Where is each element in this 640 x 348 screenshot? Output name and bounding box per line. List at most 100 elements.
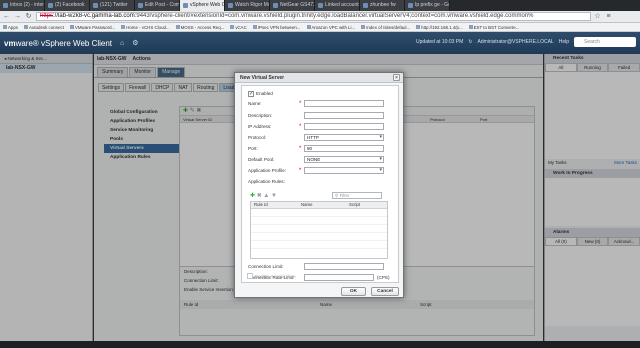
rules-table-header: Rule Id Name Script [251, 202, 387, 209]
delete-icon[interactable]: ✖ [257, 193, 262, 199]
acceleration-checkbox[interactable] [247, 273, 253, 279]
bookmark[interactable]: http://192.168.1.4/p... [416, 25, 463, 30]
facebook-icon [48, 3, 53, 8]
port-label: Port: [248, 146, 258, 151]
application-rules-table: Rule Id Name Script [250, 201, 388, 259]
video-icon [228, 3, 233, 8]
browser-tab[interactable]: (121) Twitter [90, 0, 135, 11]
connection-limit-label: Connection Limit: [248, 264, 284, 269]
page-icon [318, 3, 323, 8]
address-bar-row: ← → ↻ https://lab-w2k8-vc.gamma-lab.com:… [0, 11, 640, 23]
required-marker: * [299, 146, 302, 152]
user-menu[interactable]: Administrator@VSPHERE.LOCAL [477, 39, 553, 45]
browser-tab[interactable]: Inbox (2) - inter [0, 0, 45, 11]
enabled-label: Enabled [256, 91, 273, 96]
application-profile-select[interactable] [304, 167, 384, 174]
forward-arrow-icon[interactable]: → [13, 12, 22, 21]
browser-tab[interactable]: Linked accounts [315, 0, 360, 11]
protocol-label: Protocol: [248, 135, 267, 140]
updated-time: Updated at 10:03 PM [416, 39, 464, 45]
help-menu[interactable]: Help [559, 39, 569, 45]
bookmark[interactable]: Autodesk connect [24, 25, 64, 30]
bookmark[interactable]: vCAC [230, 25, 246, 30]
description-label: Description: [248, 113, 273, 118]
browser-tab[interactable]: Watch Rigor Mo [225, 0, 270, 11]
move-up-icon[interactable]: ▲ [263, 193, 269, 199]
bookmark[interactable]: EST to BST Converte... [469, 25, 520, 30]
application-rules-label: Application Rules: [248, 179, 285, 184]
refresh-icon[interactable]: ↻ [468, 39, 472, 45]
vsphere-logo: vmware® vSphere Web Client [4, 38, 113, 48]
port-input[interactable]: 80 [304, 145, 384, 152]
ok-button[interactable]: OK [341, 287, 366, 296]
connection-rate-limit-input[interactable] [304, 274, 374, 281]
taskbar [0, 341, 640, 348]
home-icon[interactable]: ⌂ [120, 40, 124, 47]
add-icon[interactable]: ✚ [250, 193, 255, 199]
browser-tab-bar: Inbox (2) - inter (2) Facebook (121) Twi… [0, 0, 640, 11]
col-script[interactable]: Script [349, 202, 360, 208]
default-pool-label: Default Pool: [248, 157, 275, 162]
vsphere-icon [183, 3, 188, 8]
filter-icon: ⚲ [335, 193, 339, 198]
close-icon[interactable]: × [393, 74, 400, 81]
back-arrow-icon[interactable]: ← [2, 12, 11, 21]
browser-tab[interactable]: Edit Post - Com [135, 0, 180, 11]
page-icon [138, 3, 143, 8]
required-marker: * [299, 101, 302, 107]
default-pool-select[interactable]: NONE [304, 156, 384, 163]
page-icon [363, 3, 368, 8]
dialog-title: New Virtual Server × [235, 73, 403, 83]
dialog-body: ✓ Enabled Name: * Description: IP Addres… [241, 85, 399, 283]
bookmarks-bar: Apps Autodesk connect VMware Password...… [0, 23, 640, 32]
global-search-input[interactable]: Search [574, 37, 636, 47]
google-icon [408, 3, 413, 8]
connection-limit-input[interactable] [304, 263, 384, 270]
browser-tab[interactable]: zhunbee fw [360, 0, 405, 11]
browser-tab[interactable]: (2) Facebook [45, 0, 90, 11]
required-marker: * [299, 168, 302, 174]
protocol-select[interactable]: HTTP [304, 134, 384, 141]
twitter-icon [93, 3, 98, 8]
vsphere-header: vmware® vSphere Web Client ⌂ ⚙ Updated a… [0, 32, 640, 54]
description-input[interactable] [304, 112, 384, 119]
bookmark[interactable]: Index of /sites/defaul... [361, 25, 410, 30]
col-name[interactable]: Name [301, 202, 312, 208]
table-row [251, 209, 387, 217]
bookmark[interactable]: Amazon VPC with Li... [307, 25, 356, 30]
table-row [251, 241, 387, 249]
name-input[interactable] [304, 100, 384, 107]
rules-toolbar: ✚ ✖ ▲ ▼ [250, 192, 277, 199]
settings-icon[interactable]: ⚙ [132, 39, 138, 47]
header-right: Updated at 10:03 PM ↻ Administrator@VSPH… [416, 37, 640, 47]
menu-icon[interactable]: ≡ [604, 12, 613, 21]
cps-unit: (CPS) [377, 275, 390, 280]
table-row [251, 217, 387, 225]
bookmark[interactable]: Home - vCHS Cloud... [121, 25, 169, 30]
new-virtual-server-dialog: New Virtual Server × ✓ Enabled Name: * De… [234, 72, 404, 298]
browser-tab[interactable]: Ip prefix ge - Go [405, 0, 450, 11]
bookmark[interactable]: Apps [3, 25, 18, 30]
col-rule-id[interactable]: Rule Id [254, 202, 268, 208]
reload-icon[interactable]: ↻ [24, 12, 33, 21]
enabled-checkbox[interactable]: ✓ [248, 91, 254, 97]
browser-tab-active[interactable]: vSphere Web Cl [180, 0, 225, 11]
application-profile-label: Application Profile: [248, 168, 287, 173]
ip-address-label: IP Address: [248, 124, 272, 129]
browser-tab[interactable]: NetGear GS472 [270, 0, 315, 11]
star-icon[interactable]: ☆ [593, 12, 602, 21]
bookmark[interactable]: MOSS - Access Req... [176, 25, 225, 30]
rules-filter-input[interactable]: ⚲ Filter [332, 192, 382, 199]
required-marker: * [299, 124, 302, 130]
move-down-icon[interactable]: ▼ [271, 193, 277, 199]
bookmark[interactable]: IPsec VPN between... [253, 25, 301, 30]
name-label: Name: [248, 101, 262, 106]
page-icon [273, 3, 278, 8]
table-row [251, 225, 387, 233]
cancel-button[interactable]: Cancel [371, 287, 399, 296]
bookmark[interactable]: VMware Password... [70, 25, 115, 30]
acceleration-label: Enable Acceleration [255, 274, 296, 279]
gmail-icon [3, 3, 8, 8]
ip-address-input[interactable] [304, 123, 384, 130]
url-input[interactable]: https://lab-w2k8-vc.gamma-lab.com:9443/v… [36, 12, 591, 21]
